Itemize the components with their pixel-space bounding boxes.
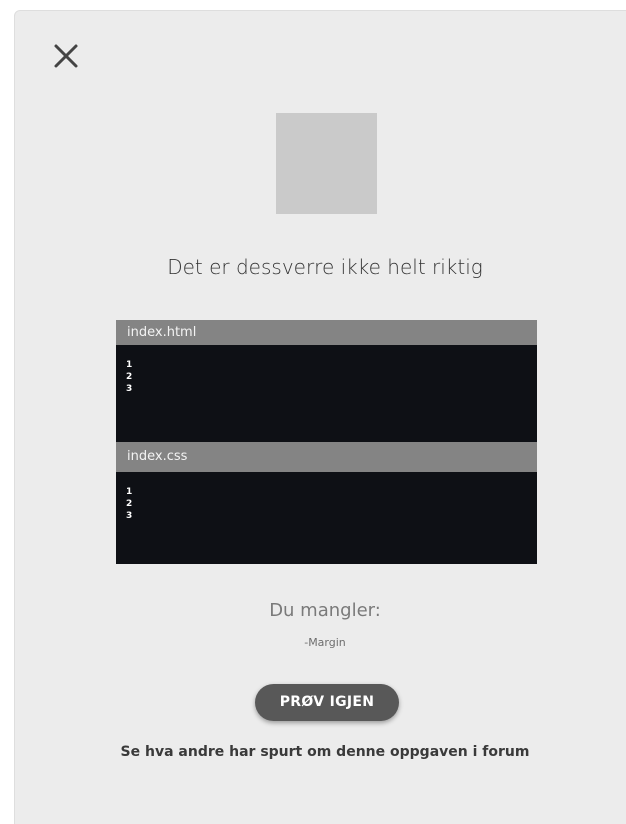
line-numbers: 1 2 3 [116, 345, 537, 395]
image-placeholder [276, 113, 377, 214]
missing-item: -Margin [304, 636, 346, 649]
line-number: 1 [126, 487, 133, 497]
line-number: 2 [126, 372, 133, 382]
html-editor: index.html 1 2 3 [116, 320, 537, 442]
editor-tab-css[interactable]: index.css [116, 442, 537, 472]
close-icon [54, 44, 78, 68]
line-number: 3 [126, 384, 133, 394]
line-number: 1 [126, 360, 133, 370]
line-number: 3 [126, 511, 133, 521]
editor-tab-html[interactable]: index.html [116, 320, 537, 345]
feedback-dialog: Det er dessverre ikke helt riktig index.… [14, 10, 626, 824]
retry-button[interactable]: PRØV IGJEN [255, 684, 399, 721]
close-button[interactable] [51, 41, 81, 71]
missing-title: Du mangler: [269, 600, 381, 621]
line-numbers: 1 2 3 [116, 472, 537, 522]
css-editor: index.css 1 2 3 [116, 442, 537, 564]
line-number: 2 [126, 499, 133, 509]
result-headline: Det er dessverre ikke helt riktig [167, 255, 483, 279]
forum-link[interactable]: Se hva andre har spurt om denne oppgaven… [15, 744, 626, 760]
